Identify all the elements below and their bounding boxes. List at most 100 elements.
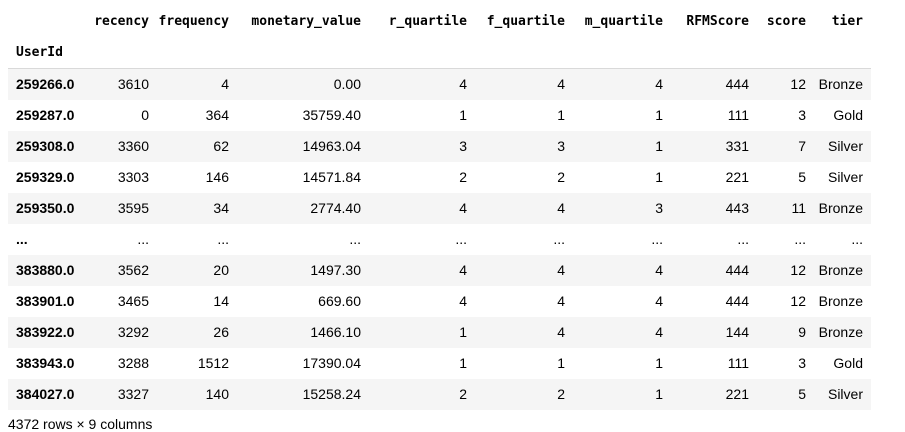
table-row: 383943.0 3288 1512 17390.04 1 1 1 111 3 Gold: [8, 348, 871, 379]
table-cell-monetary-value: 2774.40: [310, 200, 361, 216]
table-cell-f-quartile: 2: [557, 169, 565, 185]
ellipsis-row: ..............................: [8, 224, 871, 255]
table-cell-r-quartile: 4: [459, 200, 467, 216]
table-cell-recency: 3327: [117, 386, 149, 402]
table-cell-r-quartile: 4: [459, 76, 467, 93]
table-cell-score: 12: [790, 293, 806, 309]
table-cell-rfmscore: 444: [725, 293, 749, 309]
table-cell-tier: Bronze: [818, 324, 863, 340]
table-row: 383901.0 3465 14 669.60 4 4 4 444 12 Bronze: [8, 286, 871, 317]
table-cell-recency: 3595: [117, 200, 149, 216]
table-cell-rfmscore: 443: [725, 200, 749, 216]
column-header: f_quartile: [486, 14, 565, 29]
table-cell-rfmscore: 111: [727, 355, 749, 371]
table-cell-m-quartile: 4: [655, 76, 663, 93]
row-index: 383943.0: [16, 355, 75, 371]
table-cell-r-quartile: 3: [459, 138, 467, 154]
row-index: ...: [16, 231, 28, 247]
table-cell-r-quartile: 2: [459, 386, 467, 402]
table-cell-f-quartile: 1: [557, 355, 565, 371]
table-cell-tier: Bronze: [818, 76, 863, 93]
table-cell-frequency: ...: [217, 231, 229, 247]
table-cell-r-quartile: 1: [459, 107, 467, 123]
table-cell-monetary-value: 669.60: [318, 293, 361, 309]
row-index: 384027.0: [16, 386, 75, 402]
table-cell-tier: Gold: [833, 355, 863, 371]
table-cell-frequency: 26: [213, 324, 229, 340]
table-cell-f-quartile: 1: [557, 107, 565, 123]
table-cell-r-quartile: 1: [459, 355, 467, 371]
table-cell-m-quartile: 1: [655, 169, 663, 185]
column-header: r_quartile: [388, 14, 467, 29]
table-cell-monetary-value: 14571.84: [302, 169, 361, 185]
table-cell-score: 12: [790, 262, 806, 278]
column-header: m_quartile: [584, 14, 663, 29]
table-cell-score: ...: [794, 231, 806, 247]
table-cell-tier: Silver: [827, 386, 863, 402]
table-cell-tier: Bronze: [818, 262, 863, 278]
table-cell-m-quartile: 1: [655, 138, 663, 154]
table-cell-f-quartile: 2: [557, 386, 565, 402]
column-header: tier: [831, 14, 863, 29]
column-header: monetary_value: [251, 14, 361, 29]
table-cell-score: 5: [798, 169, 806, 185]
table-cell-f-quartile: 4: [557, 324, 565, 340]
table-cell-monetary-value: 0.00: [333, 76, 361, 93]
row-index: 259308.0: [16, 138, 75, 154]
corner-cell: [8, 6, 89, 37]
table-cell-r-quartile: 2: [459, 169, 467, 185]
table-cell-score: 3: [798, 107, 806, 123]
table-row: 259350.0 3595 34 2774.40 4 4 3 443 11 Bronze: [8, 192, 871, 224]
table-cell-frequency: 14: [213, 293, 229, 309]
table-cell-recency: 3288: [117, 355, 149, 371]
table-cell-monetary-value: 35759.40: [302, 107, 361, 123]
table-cell-tier: ...: [851, 231, 863, 247]
row-index: 383901.0: [16, 293, 75, 309]
table-cell-m-quartile: ...: [651, 231, 663, 247]
table-cell-recency: 3465: [117, 293, 149, 309]
table-cell-rfmscore: 111: [727, 107, 749, 123]
table-cell-tier: Silver: [827, 138, 863, 154]
table-cell-score: 3: [798, 355, 806, 371]
table-cell-rfmscore: 444: [725, 76, 749, 93]
column-header: frequency: [158, 14, 229, 29]
index-name: UserId: [16, 45, 63, 60]
table-cell-frequency: 4: [221, 76, 229, 93]
dataframe-table: recency frequency monetary_value r_quart…: [8, 6, 871, 410]
table-cell-tier: Bronze: [818, 200, 863, 216]
index-name-row: UserId: [8, 37, 871, 69]
table-cell-f-quartile: 3: [557, 138, 565, 154]
row-index: 383880.0: [16, 262, 75, 278]
table-cell-m-quartile: 1: [655, 355, 663, 371]
table-cell-frequency: 1512: [197, 355, 229, 371]
table-cell-r-quartile: ...: [455, 231, 467, 247]
table-cell-frequency: 364: [205, 107, 229, 123]
table-row: 259266.0 3610 4 0.00 4 4 4 444 12 Bronze: [8, 68, 871, 100]
table-cell-score: 7: [798, 138, 806, 154]
dataframe-output: recency frequency monetary_value r_quart…: [8, 6, 871, 410]
table-cell-recency: ...: [137, 231, 149, 247]
table-row: 259287.0 0 364 35759.40 1 1 1 111 3 Gold: [8, 100, 871, 131]
row-index: 259266.0: [16, 76, 75, 93]
table-row: 259329.0 3303 146 14571.84 2 2 1 221 5 Silver: [8, 162, 871, 193]
table-cell-rfmscore: 331: [725, 138, 749, 154]
table-cell-monetary-value: 15258.24: [302, 386, 361, 402]
table-cell-monetary-value: 14963.04: [302, 138, 361, 154]
table-cell-frequency: 146: [205, 169, 229, 185]
table-cell-recency: 3360: [117, 138, 149, 154]
table-cell-score: 5: [798, 386, 806, 402]
table-cell-monetary-value: 1466.10: [310, 324, 361, 340]
table-cell-rfmscore: 221: [725, 386, 749, 402]
column-header: score: [766, 14, 806, 29]
table-cell-rfmscore: ...: [737, 231, 749, 247]
table-cell-frequency: 20: [213, 262, 229, 278]
table-cell-monetary-value: 17390.04: [302, 355, 361, 371]
table-cell-frequency: 62: [213, 138, 229, 154]
table-cell-score: 11: [791, 200, 806, 216]
row-index: 383922.0: [16, 324, 75, 340]
column-header: recency: [94, 14, 149, 29]
table-cell-f-quartile: 4: [557, 293, 565, 309]
table-cell-rfmscore: 221: [725, 169, 749, 185]
row-index: 259350.0: [16, 200, 75, 216]
row-index: 259287.0: [16, 107, 75, 123]
